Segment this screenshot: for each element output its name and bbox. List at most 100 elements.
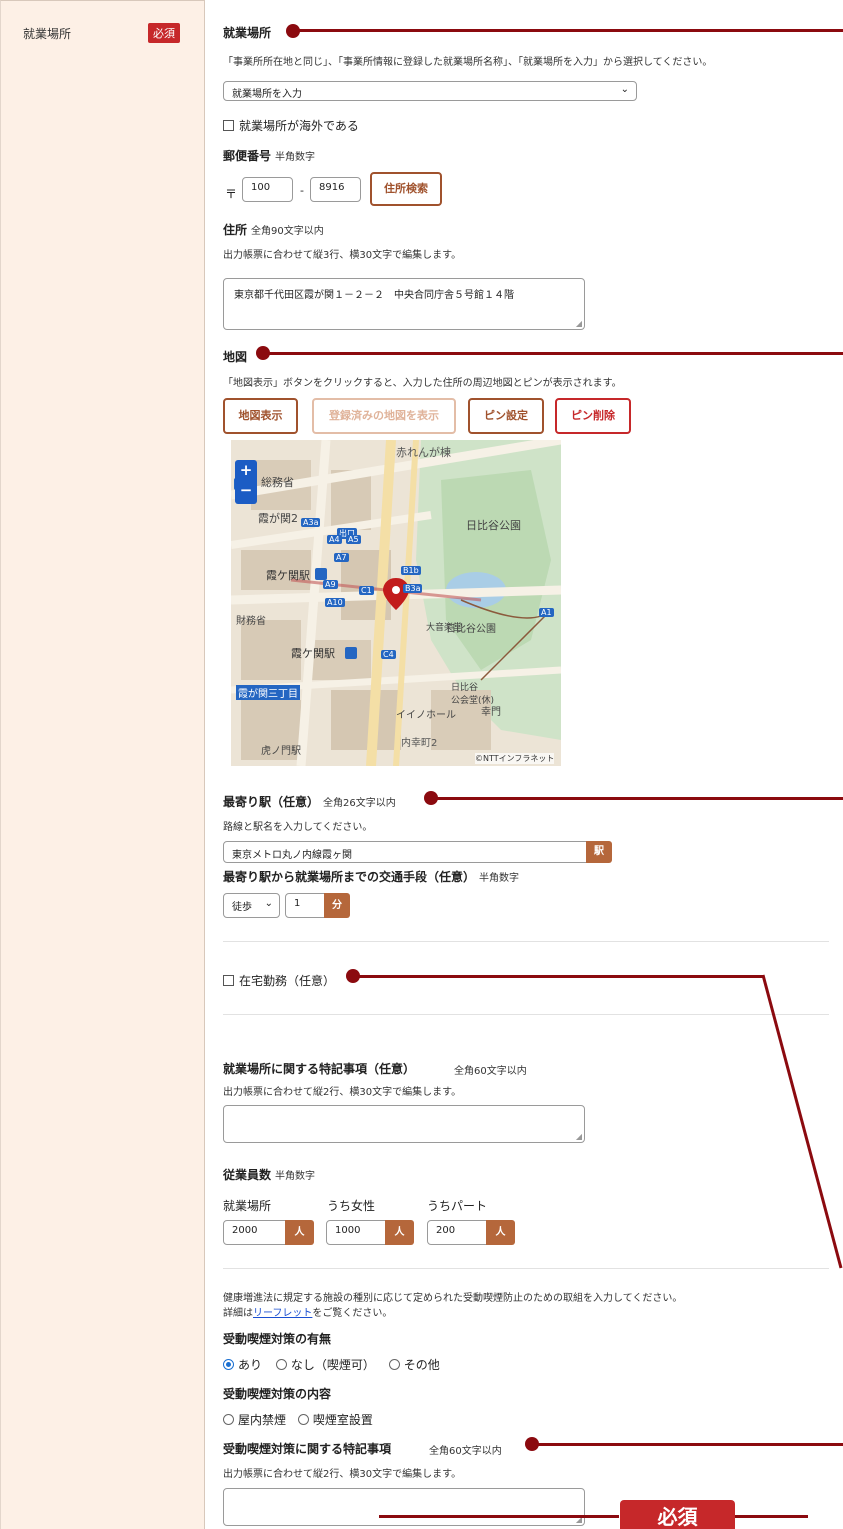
radio-icon[interactable] <box>297 1414 309 1425</box>
employees-col-female: うち女性 <box>327 1199 376 1213</box>
smoking-content-options: 屋内禁煙 喫煙室設置 <box>223 1411 373 1428</box>
address-note: 出力帳票に合わせて縦3行、横30文字で編集します。 <box>223 250 462 261</box>
smoking-remarks-note: 出力帳票に合わせて縦2行、横30文字で編集します。 <box>223 1469 462 1480</box>
station-input[interactable]: 東京メトロ丸ノ内線霞ヶ関 <box>223 841 587 863</box>
smoking-intro-details: 詳細はリーフレットをご覧ください。 <box>223 1308 393 1319</box>
show-map-button[interactable]: 地図表示 <box>223 398 298 434</box>
overseas-checkbox-row[interactable]: 就業場所が海外である <box>223 117 359 134</box>
map-view[interactable]: + − 赤れんが棟 総務省 霞が関2 日比谷公園 霞ケ関駅 財務省 大音楽堂 日… <box>231 440 561 766</box>
radio-icon[interactable] <box>223 1414 234 1425</box>
annotation-line <box>735 1515 808 1518</box>
address-search-button[interactable]: 住所検索 <box>370 172 442 206</box>
map-credit: ©NTTインフラネット <box>475 753 555 764</box>
map-exit-label: A3a <box>301 518 321 527</box>
postal-heading: 郵便番号 半角数字 <box>223 149 316 163</box>
remote-label: 在宅勤務（任意） <box>239 974 336 988</box>
employees-female-input[interactable]: 1000 <box>326 1220 386 1245</box>
employees-part-input[interactable]: 200 <box>427 1220 487 1245</box>
chevron-down-icon: ⌄ <box>620 84 629 95</box>
map-exit-label: B3a <box>403 584 423 593</box>
radio-icon[interactable] <box>388 1359 400 1370</box>
map-label-hibiya-park2: 日比谷公園 <box>446 624 496 635</box>
radio-option-yes[interactable]: あり <box>223 1358 262 1372</box>
transport-mode-select[interactable]: 徒歩 ⌄ <box>223 893 280 918</box>
map-label-toranomon: 虎ノ門駅 <box>261 746 301 757</box>
map-label-kasumigaseki2: 霞が関2 <box>258 512 298 525</box>
map-label-hibiya-park: 日比谷公園 <box>466 519 521 532</box>
postal-code-part2-input[interactable]: 8916 <box>310 177 361 202</box>
postal-code-part1-input[interactable]: 100 <box>242 177 293 202</box>
postal-hint: 半角数字 <box>275 152 316 163</box>
set-pin-button[interactable]: ピン設定 <box>468 398 544 434</box>
station-heading: 最寄り駅（任意） 全角26文字以内 <box>223 795 396 809</box>
zoom-in-icon[interactable]: + <box>235 460 257 480</box>
sidebar: 就業場所 必須 <box>0 0 205 1529</box>
remarks-hint: 全角60文字以内 <box>454 1066 527 1077</box>
radio-option-indoor-ban[interactable]: 屋内禁煙 <box>223 1413 286 1427</box>
radio-option-smoking-room[interactable]: 喫煙室設置 <box>297 1413 373 1427</box>
workplace-heading: 就業場所 <box>223 26 272 40</box>
annotation-line <box>435 797 843 800</box>
map-label-kasumigaseki-station2: 霞ケ関駅 <box>291 647 335 660</box>
station-note: 路線と駅名を入力してください。 <box>223 822 373 833</box>
delete-pin-button[interactable]: ピン削除 <box>555 398 631 434</box>
radio-option-no[interactable]: なし（喫煙可） <box>275 1358 375 1372</box>
person-unit-addon: 人 <box>285 1220 314 1245</box>
chevron-down-icon: ⌄ <box>264 898 273 909</box>
map-exit-label: A5 <box>346 535 361 544</box>
smoking-remarks-hint: 全角60文字以内 <box>429 1446 502 1457</box>
map-label-iino: イイノホール <box>396 710 456 721</box>
sidebar-label: 就業場所 <box>23 27 72 41</box>
map-note: 「地図表示」ボタンをクリックすると、入力した住所の周辺地図とピンが表示されます。 <box>223 378 622 389</box>
annotation-line <box>379 1515 619 1518</box>
show-registered-map-button[interactable]: 登録済みの地図を表示 <box>312 398 456 434</box>
remote-checkbox[interactable] <box>223 975 234 986</box>
resize-grip-icon[interactable]: ◢ <box>576 1132 582 1141</box>
radio-icon[interactable] <box>275 1359 287 1370</box>
annotation-line <box>357 975 763 978</box>
map-heading: 地図 <box>223 350 248 364</box>
map-exit-label: B1b <box>401 566 421 575</box>
radio-option-other[interactable]: その他 <box>388 1358 440 1372</box>
required-badge: 必須 <box>148 23 180 43</box>
overseas-label: 就業場所が海外である <box>239 119 359 133</box>
smoking-remarks-textarea[interactable]: ◢ <box>223 1488 585 1526</box>
map-zoom-control[interactable]: + − <box>235 460 257 504</box>
smoking-intro: 健康増進法に規定する施設の種別に応じて定められた受動喫煙防止のための取組を入力し… <box>223 1293 683 1304</box>
divider <box>223 1268 829 1269</box>
smoking-presence-options: あり なし（喫煙可） その他 <box>223 1356 440 1373</box>
minutes-addon: 分 <box>324 893 350 918</box>
map-exit-label: A7 <box>334 553 349 562</box>
smoking-remarks-heading: 受動喫煙対策に関する特記事項 <box>223 1442 392 1456</box>
remote-checkbox-row[interactable]: 在宅勤務（任意） <box>223 972 335 989</box>
smoking-content-heading: 受動喫煙対策の内容 <box>223 1387 332 1401</box>
zoom-out-icon[interactable]: − <box>235 480 257 500</box>
leaflet-link[interactable]: リーフレット <box>253 1308 312 1319</box>
employees-workplace-input[interactable]: 2000 <box>223 1220 286 1245</box>
map-label-kasumigaseki-station: 霞ケ関駅 <box>266 569 310 582</box>
smoking-presence-heading: 受動喫煙対策の有無 <box>223 1332 332 1346</box>
address-heading: 住所 全角90文字以内 <box>223 223 324 237</box>
map-label-zaimusho: 財務省 <box>236 616 266 627</box>
map-exit-label: A1 <box>539 608 554 617</box>
employees-heading: 従業員数 半角数字 <box>223 1168 316 1182</box>
remarks-textarea[interactable]: ◢ <box>223 1105 585 1143</box>
map-exit-label: A10 <box>325 598 345 607</box>
remarks-heading: 就業場所に関する特記事項（任意） <box>223 1062 416 1076</box>
resize-grip-icon[interactable]: ◢ <box>576 319 582 328</box>
map-exit-label: A4 <box>327 535 342 544</box>
transport-minutes-input[interactable]: 1 <box>285 893 325 918</box>
map-exit-label: C4 <box>381 650 396 659</box>
address-value: 東京都千代田区霞が関１－２－２ 中央合同庁舎５号館１４階 <box>234 290 514 301</box>
workplace-select[interactable]: 就業場所を入力 ⌄ <box>223 81 637 101</box>
overseas-checkbox[interactable] <box>223 120 234 131</box>
map-exit-label: A9 <box>323 580 338 589</box>
annotation-line <box>536 1443 843 1446</box>
person-unit-addon: 人 <box>486 1220 515 1245</box>
map-label-soumusho: 総務省 <box>261 476 294 489</box>
person-unit-addon: 人 <box>385 1220 414 1245</box>
address-textarea[interactable]: 東京都千代田区霞が関１－２－２ 中央合同庁舎５号館１４階 ◢ <box>223 278 585 330</box>
workplace-select-value: 就業場所を入力 <box>232 89 302 100</box>
divider <box>223 1014 829 1015</box>
radio-selected-icon[interactable] <box>223 1359 234 1370</box>
